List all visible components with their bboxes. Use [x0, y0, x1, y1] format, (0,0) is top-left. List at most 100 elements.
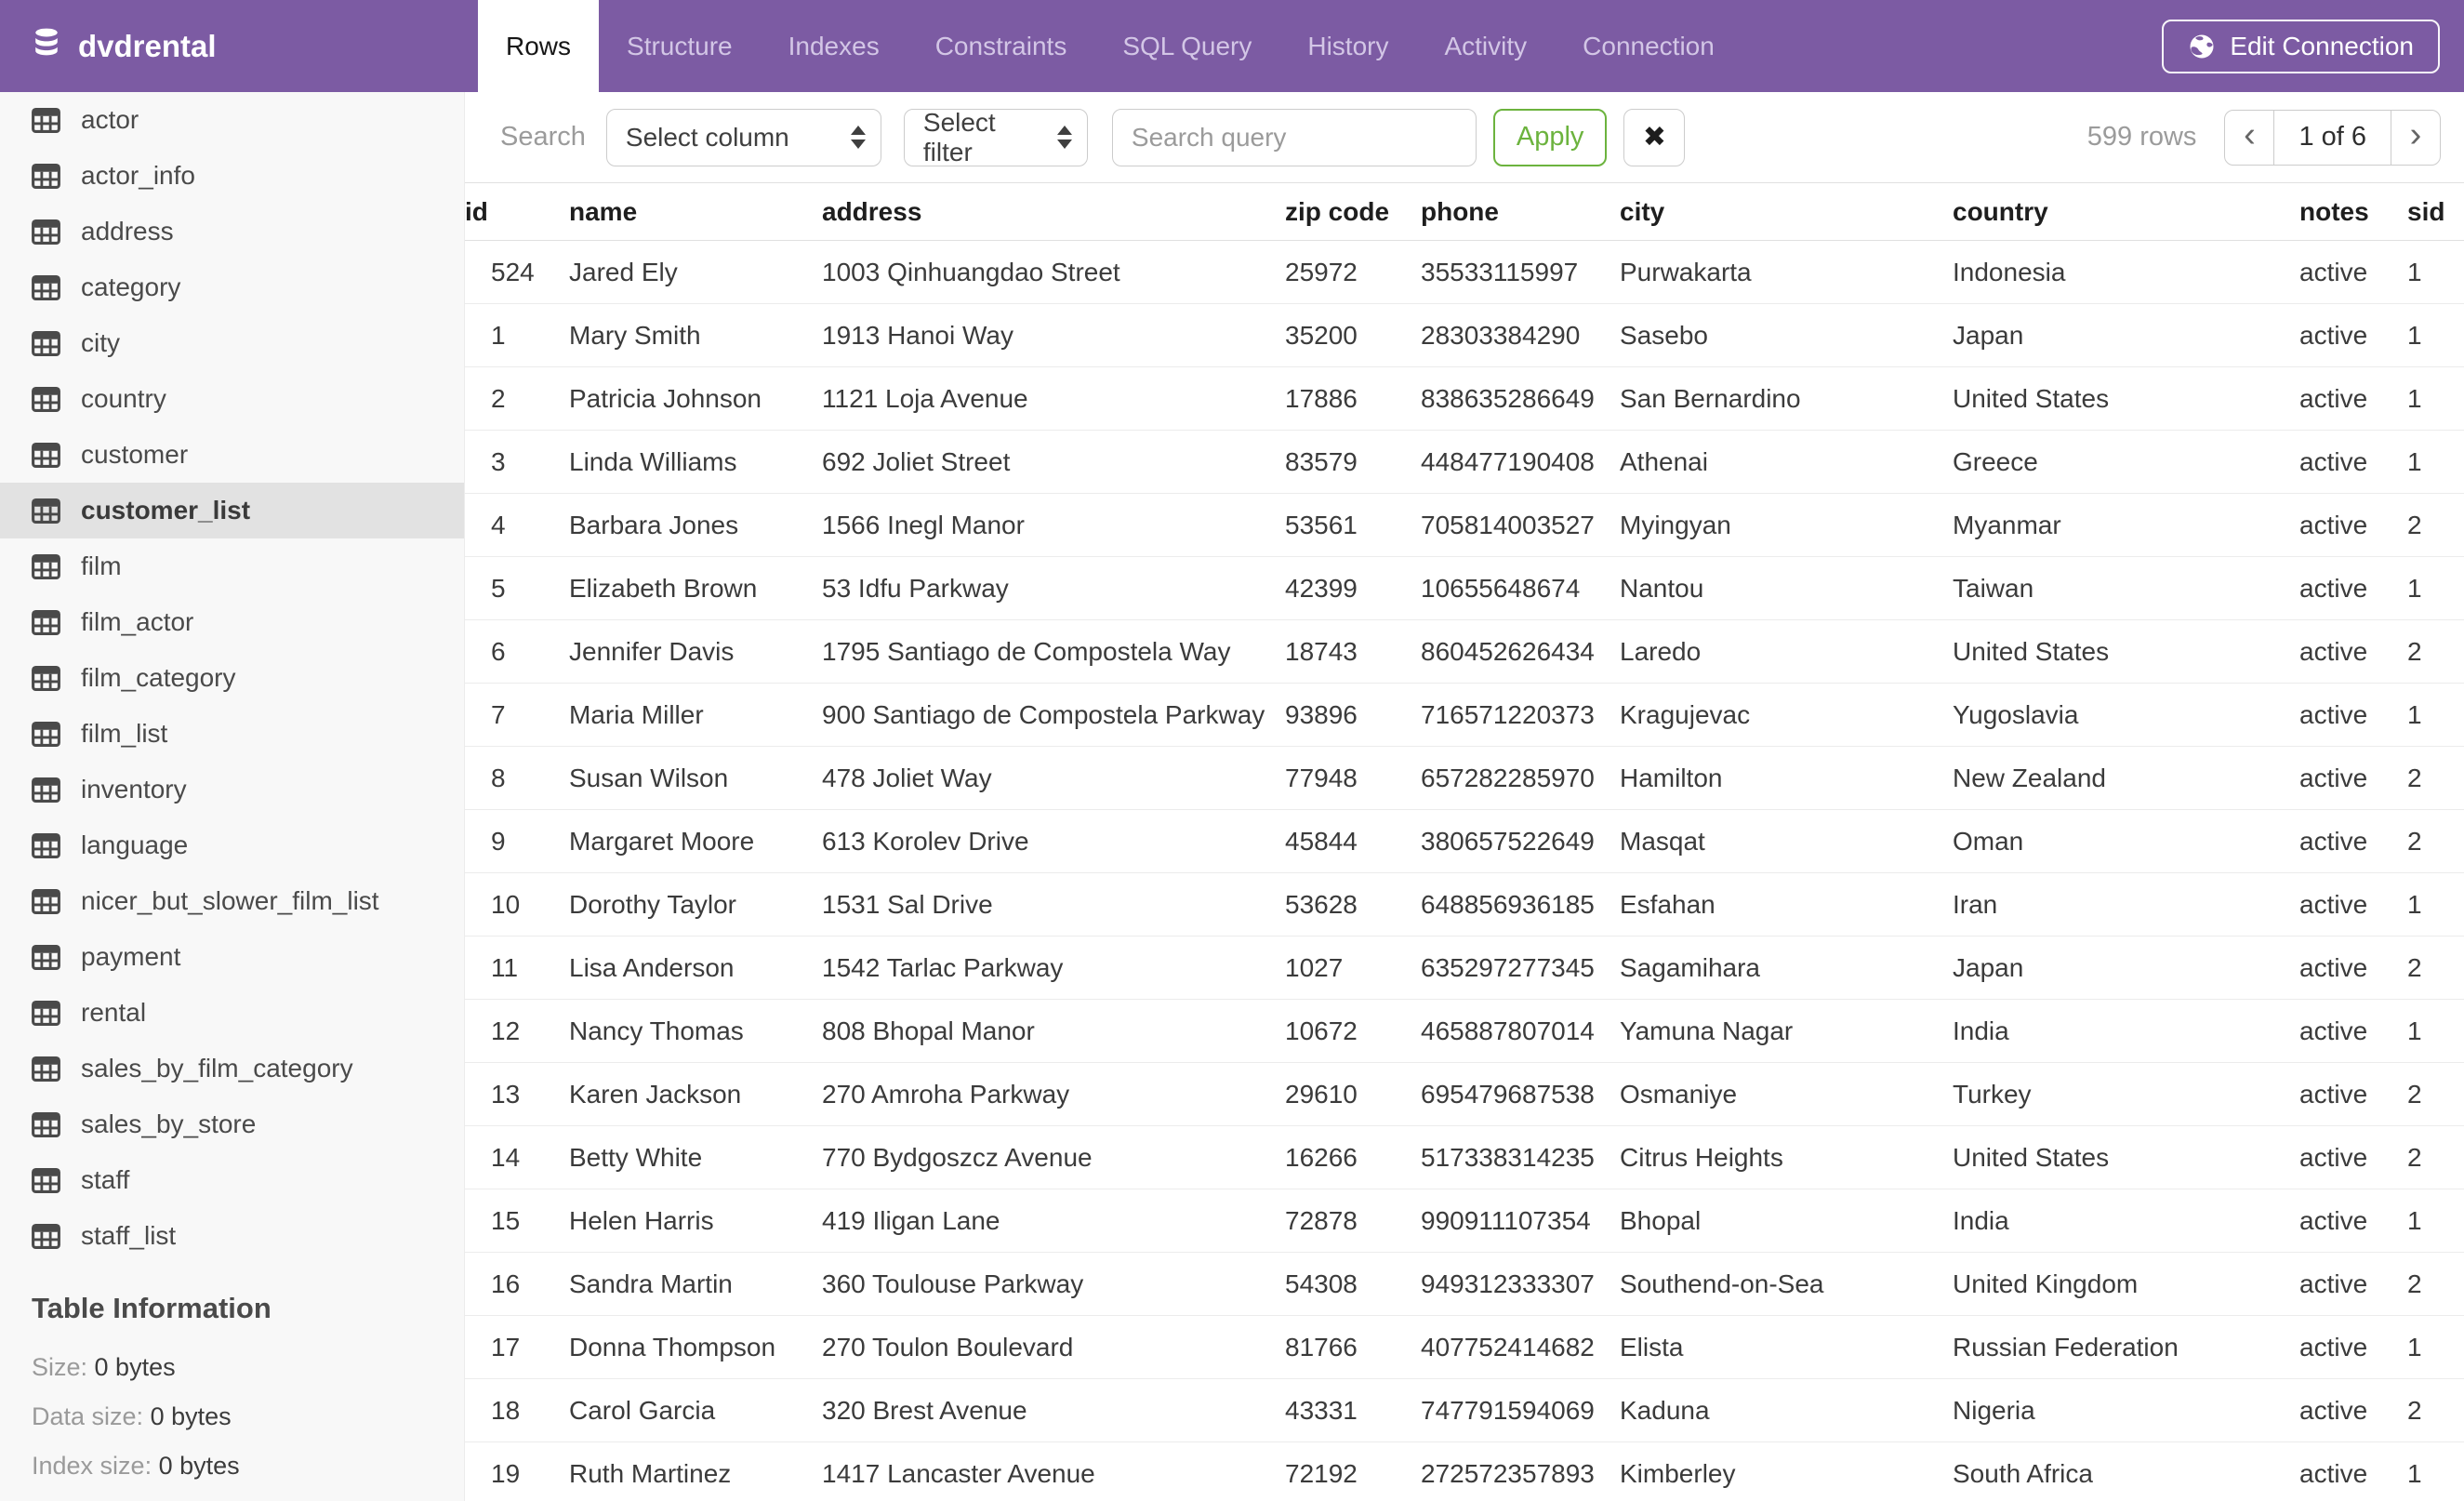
column-select[interactable]: Select column — [605, 108, 881, 166]
table-row[interactable]: 19 Ruth Martinez 1417 Lancaster Avenue 7… — [465, 1441, 2464, 1501]
cell-notes: active — [2299, 1062, 2407, 1126]
table-row[interactable]: 14 Betty White 770 Bydgoszcz Avenue 1626… — [465, 1125, 2464, 1189]
table-row[interactable]: 12 Nancy Thomas 808 Bhopal Manor 10672 4… — [465, 999, 2464, 1063]
cell-zip-code: 10672 — [1285, 999, 1421, 1063]
cell-city: Osmaniye — [1620, 1062, 1953, 1126]
table-name-label: city — [81, 328, 120, 357]
tab[interactable]: Structure — [599, 0, 761, 92]
sidebar-table-item[interactable]: rental — [0, 985, 464, 1041]
next-page-button[interactable]: › — [2391, 111, 2440, 165]
table-icon — [32, 386, 60, 412]
sidebar-table-item[interactable]: film_actor — [0, 594, 464, 650]
cell-city: Myingyan — [1620, 493, 1953, 557]
table-row[interactable]: 11 Lisa Anderson 1542 Tarlac Parkway 102… — [465, 936, 2464, 1000]
edit-connection-button[interactable]: Edit Connection — [2162, 19, 2440, 73]
table-row[interactable]: 6 Jennifer Davis 1795 Santiago de Compos… — [465, 619, 2464, 684]
top-bar: dvdrental Rows Structure Indexes Constra… — [0, 0, 2464, 92]
tab[interactable]: Indexes — [761, 0, 907, 92]
sidebar-table-item[interactable]: language — [0, 817, 464, 873]
table-row[interactable]: 7 Maria Miller 900 Santiago de Compostel… — [465, 683, 2464, 747]
sidebar-table-item[interactable]: film_list — [0, 706, 464, 762]
cell-id: 7 — [465, 683, 569, 747]
cell-zip-code: 25972 — [1285, 240, 1421, 304]
cell-phone: 28303384290 — [1421, 303, 1620, 367]
clear-search-button[interactable]: ✖ — [1623, 108, 1686, 166]
sidebar-table-item[interactable]: inventory — [0, 762, 464, 817]
table-row[interactable]: 16 Sandra Martin 360 Toulouse Parkway 54… — [465, 1252, 2464, 1316]
cell-zip-code: 29610 — [1285, 1062, 1421, 1126]
table-row[interactable]: 10 Dorothy Taylor 1531 Sal Drive 53628 6… — [465, 872, 2464, 936]
sidebar-table-item[interactable]: actor_info — [0, 148, 464, 204]
table-row[interactable]: 5 Elizabeth Brown 53 Idfu Parkway 42399 … — [465, 556, 2464, 620]
table-icon — [32, 1000, 60, 1026]
cell-name: Lisa Anderson — [569, 936, 822, 1000]
cell-address: 270 Amroha Parkway — [822, 1062, 1285, 1126]
cell-name: Nancy Thomas — [569, 999, 822, 1063]
table-name-label: address — [81, 217, 174, 246]
prev-page-button[interactable]: ‹ — [2225, 111, 2273, 165]
table-row[interactable]: 18 Carol Garcia 320 Brest Avenue 43331 7… — [465, 1378, 2464, 1442]
cell-country: Nigeria — [1953, 1378, 2299, 1442]
tab[interactable]: Connection — [1555, 0, 1742, 92]
table-name-label: sales_by_store — [81, 1109, 257, 1138]
cell-zip-code: 77948 — [1285, 746, 1421, 810]
cell-zip-code: 93896 — [1285, 683, 1421, 747]
table-row[interactable]: 17 Donna Thompson 270 Toulon Boulevard 8… — [465, 1315, 2464, 1379]
tab[interactable]: SQL Query — [1094, 0, 1279, 92]
sidebar-table-item[interactable]: staff_list — [0, 1208, 464, 1264]
sidebar-table-item[interactable]: actor — [0, 92, 464, 148]
cell-name: Linda Williams — [569, 430, 822, 494]
sidebar-table-item[interactable]: staff — [0, 1152, 464, 1208]
table-row[interactable]: 9 Margaret Moore 613 Korolev Drive 45844… — [465, 809, 2464, 873]
sidebar-table-item[interactable]: customer — [0, 427, 464, 483]
table-row[interactable]: 1 Mary Smith 1913 Hanoi Way 35200 283033… — [465, 303, 2464, 367]
table-name-label: actor — [81, 105, 139, 134]
table-row[interactable]: 524 Jared Ely 1003 Qinhuangdao Street 25… — [465, 240, 2464, 304]
table-name-label: nicer_but_slower_film_list — [81, 886, 379, 915]
sidebar-table-item[interactable]: address — [0, 204, 464, 259]
table-row[interactable]: 4 Barbara Jones 1566 Inegl Manor 53561 7… — [465, 493, 2464, 557]
table-row[interactable]: 3 Linda Williams 692 Joliet Street 83579… — [465, 430, 2464, 494]
column-header: country — [1953, 183, 2299, 241]
cell-zip-code: 45844 — [1285, 809, 1421, 873]
cell-phone: 705814003527 — [1421, 493, 1620, 557]
apply-button[interactable]: Apply — [1492, 108, 1608, 166]
cell-address: 270 Toulon Boulevard — [822, 1315, 1285, 1379]
filter-select[interactable]: Select filter — [903, 108, 1088, 166]
cell-sid: 1 — [2407, 1189, 2464, 1253]
table-row[interactable]: 2 Patricia Johnson 1121 Loja Avenue 1788… — [465, 366, 2464, 431]
sidebar-table-item[interactable]: film_category — [0, 650, 464, 706]
cell-notes: active — [2299, 1378, 2407, 1442]
sidebar-table-item[interactable]: city — [0, 315, 464, 371]
sidebar-table-item[interactable]: customer_list — [0, 483, 464, 538]
sidebar-table-item[interactable]: country — [0, 371, 464, 427]
table-row[interactable]: 8 Susan Wilson 478 Joliet Way 77948 6572… — [465, 746, 2464, 810]
cell-zip-code: 83579 — [1285, 430, 1421, 494]
table-row[interactable]: 13 Karen Jackson 270 Amroha Parkway 2961… — [465, 1062, 2464, 1126]
sidebar-table-item[interactable]: category — [0, 259, 464, 315]
cell-zip-code: 43331 — [1285, 1378, 1421, 1442]
tab[interactable]: Constraints — [907, 0, 1095, 92]
cell-phone: 747791594069 — [1421, 1378, 1620, 1442]
table-row[interactable]: 15 Helen Harris 419 Iligan Lane 72878 99… — [465, 1189, 2464, 1253]
cell-notes: active — [2299, 809, 2407, 873]
cell-address: 770 Bydgoszcz Avenue — [822, 1125, 1285, 1189]
tab[interactable]: Rows — [478, 0, 600, 92]
sidebar-table-item[interactable]: sales_by_film_category — [0, 1041, 464, 1096]
cell-name: Donna Thompson — [569, 1315, 822, 1379]
sidebar: actor actor_info address category city c… — [0, 92, 465, 1501]
sidebar-table-item[interactable]: nicer_but_slower_film_list — [0, 873, 464, 929]
table-icon — [32, 665, 60, 691]
cell-country: Greece — [1953, 430, 2299, 494]
cell-zip-code: 81766 — [1285, 1315, 1421, 1379]
cell-address: 360 Toulouse Parkway — [822, 1252, 1285, 1316]
cell-id: 2 — [465, 366, 569, 431]
sidebar-table-item[interactable]: film — [0, 538, 464, 594]
tab[interactable]: History — [1279, 0, 1416, 92]
search-query-input[interactable] — [1111, 108, 1477, 166]
tab[interactable]: Activity — [1416, 0, 1555, 92]
sidebar-table-item[interactable]: payment — [0, 929, 464, 985]
cell-name: Jennifer Davis — [569, 619, 822, 684]
sidebar-table-item[interactable]: sales_by_store — [0, 1096, 464, 1152]
search-label: Search — [500, 122, 586, 152]
